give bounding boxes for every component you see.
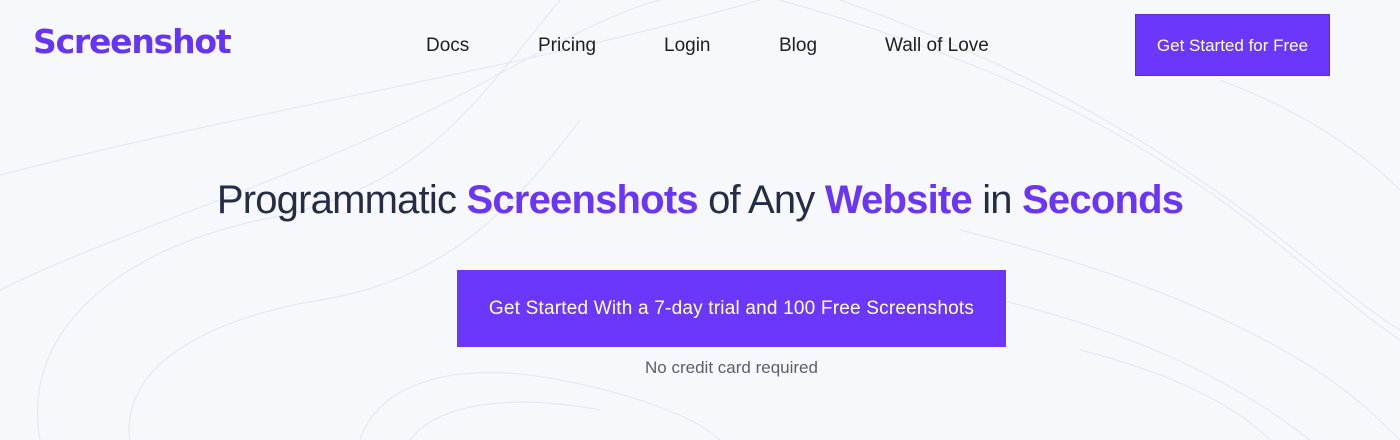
nav-link-pricing[interactable]: Pricing [538,33,596,59]
nav-link-blog[interactable]: Blog [779,33,817,59]
no-credit-card-note: No credit card required [645,358,818,377]
nav-link-wall-of-love[interactable]: Wall of Love [885,33,989,59]
nav-link-docs[interactable]: Docs [426,33,469,59]
headline-highlight: Screenshots [466,178,698,222]
headline-highlight: Seconds [1022,178,1184,222]
headline-part: in [971,178,1023,222]
headline-part: of Any [697,178,825,222]
headline-part: Programmatic [216,178,467,222]
hero-headline: Programmatic Screenshots of Any Website … [0,176,1400,224]
get-started-free-button[interactable]: Get Started for Free [1135,14,1330,76]
start-trial-button[interactable]: Get Started With a 7-day trial and 100 F… [457,270,1006,347]
headline-highlight: Website [824,178,973,222]
nav-link-login[interactable]: Login [664,33,711,59]
